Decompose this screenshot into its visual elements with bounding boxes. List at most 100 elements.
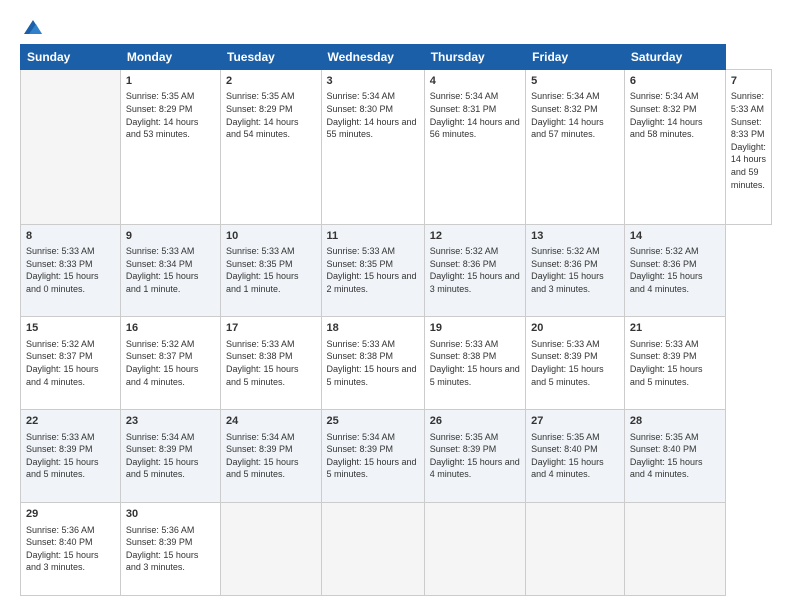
weekday-friday: Friday — [526, 45, 625, 70]
sunrise: Sunrise: 5:33 AM — [126, 246, 195, 256]
sunrise: Sunrise: 5:34 AM — [430, 91, 499, 101]
week-row-1: 1 Sunrise: 5:35 AM Sunset: 8:29 PM Daylight… — [21, 70, 772, 225]
sunset: Sunset: 8:36 PM — [531, 259, 598, 269]
sunrise: Sunrise: 5:32 AM — [531, 246, 600, 256]
sunrise: Sunrise: 5:33 AM — [630, 339, 699, 349]
empty-cell — [624, 503, 725, 596]
day-number: 20 — [531, 321, 619, 336]
daylight: Daylight: 15 hours and 5 minutes. — [226, 364, 299, 387]
daylight: Daylight: 15 hours and 1 minute. — [126, 271, 199, 294]
sunrise: Sunrise: 5:33 AM — [430, 339, 499, 349]
sunset: Sunset: 8:37 PM — [26, 351, 93, 361]
day-number: 11 — [327, 229, 419, 244]
sunrise: Sunrise: 5:34 AM — [630, 91, 699, 101]
daylight: Daylight: 15 hours and 5 minutes. — [26, 457, 99, 480]
sunrise: Sunrise: 5:32 AM — [630, 246, 699, 256]
day-number: 6 — [630, 74, 720, 89]
empty-cell — [321, 503, 424, 596]
daylight: Daylight: 15 hours and 3 minutes. — [126, 550, 199, 573]
weekday-header-row: SundayMondayTuesdayWednesdayThursdayFrid… — [21, 45, 772, 70]
logo — [20, 16, 44, 34]
sunset: Sunset: 8:33 PM — [26, 259, 93, 269]
daylight: Daylight: 15 hours and 4 minutes. — [430, 457, 520, 480]
sunset: Sunset: 8:38 PM — [226, 351, 293, 361]
day-cell-23: 23Sunrise: 5:34 AMSunset: 8:39 PMDayligh… — [120, 410, 220, 503]
weekday-sunday: Sunday — [21, 45, 121, 70]
sunset: Sunset: 8:36 PM — [630, 259, 697, 269]
page: SundayMondayTuesdayWednesdayThursdayFrid… — [0, 0, 792, 612]
sunrise: Sunrise: 5:33 AM — [327, 246, 396, 256]
day-number: 10 — [226, 229, 316, 244]
header — [20, 16, 772, 34]
day-number: 28 — [630, 414, 720, 429]
day-number: 15 — [26, 321, 115, 336]
day-number: 3 — [327, 74, 419, 89]
daylight: Daylight: 15 hours and 5 minutes. — [430, 364, 520, 387]
daylight: Daylight: 15 hours and 4 minutes. — [126, 364, 199, 387]
sunset: Sunset: 8:31 PM — [430, 104, 497, 114]
daylight: Daylight: 14 hours and 58 minutes. — [630, 117, 703, 140]
sunset: Sunset: 8:39 PM — [126, 444, 193, 454]
day-number: 22 — [26, 414, 115, 429]
sunset: Sunset: 8:29 PM — [226, 104, 293, 114]
sunset: Sunset: 8:35 PM — [327, 259, 394, 269]
day-number: 8 — [26, 229, 115, 244]
daylight: Daylight: 14 hours and 57 minutes. — [531, 117, 604, 140]
sunrise: Sunrise: 5:34 AM — [327, 432, 396, 442]
sunset: Sunset: 8:39 PM — [126, 537, 193, 547]
empty-cell — [221, 503, 322, 596]
day-cell-1: 1 Sunrise: 5:35 AM Sunset: 8:29 PM Daylight… — [120, 70, 220, 225]
day-number: 13 — [531, 229, 619, 244]
daylight: Daylight: 15 hours and 3 minutes. — [26, 550, 99, 573]
day-cell-18: 18Sunrise: 5:33 AMSunset: 8:38 PMDayligh… — [321, 317, 424, 410]
week-row-3: 15 Sunrise: 5:32 AM Sunset: 8:37 PM Dayligh… — [21, 317, 772, 410]
day-cell-4: 4Sunrise: 5:34 AMSunset: 8:31 PMDaylight… — [424, 70, 525, 225]
daylight: Daylight: 15 hours and 5 minutes. — [327, 457, 417, 480]
day-number: 1 — [126, 74, 215, 89]
weekday-thursday: Thursday — [424, 45, 525, 70]
day-cell-24: 24Sunrise: 5:34 AMSunset: 8:39 PMDayligh… — [221, 410, 322, 503]
weekday-wednesday: Wednesday — [321, 45, 424, 70]
day-cell-30: 30Sunrise: 5:36 AMSunset: 8:39 PMDayligh… — [120, 503, 220, 596]
empty-cell — [526, 503, 625, 596]
daylight: Daylight: 15 hours and 5 minutes. — [226, 457, 299, 480]
sunrise: Sunrise: 5:33 AM — [26, 432, 95, 442]
sunrise: Sunrise: 5:36 AM — [126, 525, 195, 535]
weekday-saturday: Saturday — [624, 45, 725, 70]
sunrise: Sunrise: 5:33 AM — [26, 246, 95, 256]
sunset: Sunset: 8:38 PM — [430, 351, 497, 361]
day-cell-29: 29Sunrise: 5:36 AMSunset: 8:40 PMDayligh… — [21, 503, 121, 596]
sunset: Sunset: 8:34 PM — [126, 259, 193, 269]
sunset: Sunset: 8:39 PM — [630, 351, 697, 361]
day-cell-21: 21Sunrise: 5:33 AMSunset: 8:39 PMDayligh… — [624, 317, 725, 410]
day-number: 12 — [430, 229, 520, 244]
day-number: 5 — [531, 74, 619, 89]
daylight: Daylight: 15 hours and 5 minutes. — [327, 364, 417, 387]
sunrise: Sunrise: 5:35 AM — [126, 91, 195, 101]
daylight: Daylight: 14 hours and 53 minutes. — [126, 117, 199, 140]
sunrise: Sunrise: 5:36 AM — [26, 525, 95, 535]
daylight: Daylight: 14 hours and 54 minutes. — [226, 117, 299, 140]
calendar-table: SundayMondayTuesdayWednesdayThursdayFrid… — [20, 44, 772, 596]
day-cell-16: 16Sunrise: 5:32 AMSunset: 8:37 PMDayligh… — [120, 317, 220, 410]
sunrise: Sunrise: 5:33 AM — [731, 91, 764, 114]
day-cell-28: 28Sunrise: 5:35 AMSunset: 8:40 PMDayligh… — [624, 410, 725, 503]
sunrise: Sunrise: 5:32 AM — [26, 339, 95, 349]
daylight: Daylight: 15 hours and 3 minutes. — [531, 271, 604, 294]
day-cell-20: 20Sunrise: 5:33 AMSunset: 8:39 PMDayligh… — [526, 317, 625, 410]
sunrise: Sunrise: 5:33 AM — [327, 339, 396, 349]
daylight: Daylight: 15 hours and 0 minutes. — [26, 271, 99, 294]
sunrise: Sunrise: 5:32 AM — [430, 246, 499, 256]
day-number: 14 — [630, 229, 720, 244]
day-number: 18 — [327, 321, 419, 336]
day-cell-13: 13 Sunrise: 5:32 AM Sunset: 8:36 PM Dayligh… — [526, 224, 625, 317]
daylight: Daylight: 15 hours and 4 minutes. — [630, 271, 703, 294]
daylight: Daylight: 14 hours and 56 minutes. — [430, 117, 520, 140]
day-number: 2 — [226, 74, 316, 89]
day-number: 26 — [430, 414, 520, 429]
weekday-tuesday: Tuesday — [221, 45, 322, 70]
day-number: 19 — [430, 321, 520, 336]
day-number: 16 — [126, 321, 215, 336]
sunset: Sunset: 8:29 PM — [126, 104, 193, 114]
sunrise: Sunrise: 5:33 AM — [226, 246, 295, 256]
